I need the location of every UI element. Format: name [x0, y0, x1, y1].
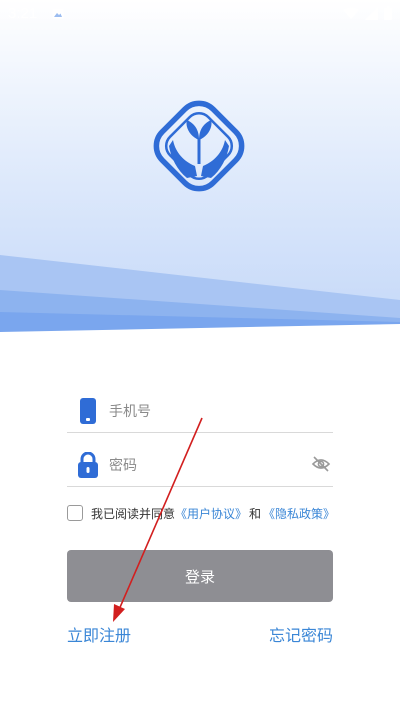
privacy-policy-link[interactable]: 《隐私政策》 — [263, 505, 335, 522]
status-bar: 3:21 — [0, 0, 400, 28]
eye-off-icon[interactable] — [311, 454, 331, 474]
phone-icon — [80, 398, 96, 424]
password-field-row — [67, 446, 333, 487]
wifi-icon — [343, 7, 359, 19]
image-icon — [52, 8, 64, 19]
app-logo — [153, 100, 245, 192]
lock-icon — [78, 452, 98, 478]
user-agreement-link[interactable]: 《用户协议》 — [175, 505, 247, 522]
forgot-password-link[interactable]: 忘记密码 — [269, 622, 333, 646]
status-time: 3:21 — [8, 5, 38, 22]
agreement-and: 和 — [249, 506, 262, 521]
signal-icon — [365, 6, 378, 20]
login-button[interactable]: 登录 — [67, 550, 333, 602]
register-link[interactable]: 立即注册 — [67, 622, 131, 646]
battery-icon — [384, 6, 392, 20]
agreement-checkbox[interactable] — [67, 505, 83, 521]
agreement-row: 我已阅读并同意 《用户协议》 和 《隐私政策》 — [67, 503, 335, 523]
phone-field-row — [67, 392, 333, 433]
password-input[interactable] — [107, 452, 311, 480]
phone-input[interactable] — [107, 398, 311, 426]
agreement-prefix: 我已阅读并同意 — [91, 506, 176, 521]
